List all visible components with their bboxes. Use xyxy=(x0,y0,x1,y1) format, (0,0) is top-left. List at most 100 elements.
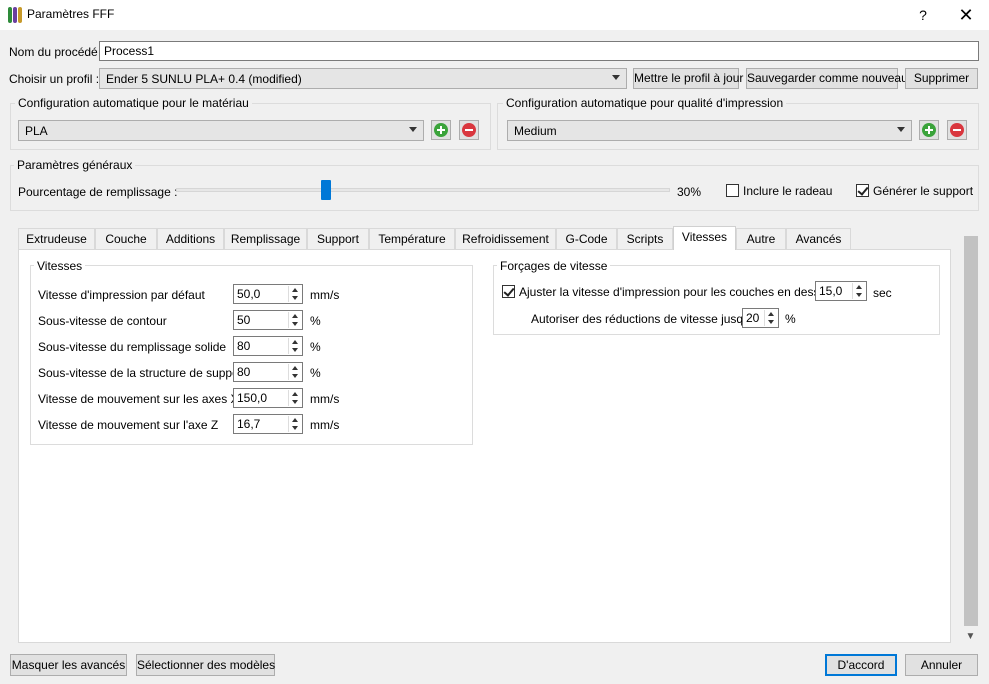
add-material-button[interactable] xyxy=(431,120,451,140)
speed-value: 80 xyxy=(237,365,251,379)
plus-icon xyxy=(434,123,448,137)
profile-label: Choisir un profil : xyxy=(9,72,100,86)
quality-select[interactable]: Medium xyxy=(507,120,912,141)
tab-temperature[interactable]: Température xyxy=(369,228,455,249)
infill-slider-track[interactable] xyxy=(176,188,670,192)
quality-config-label: Configuration automatique pour qualité d… xyxy=(503,96,787,110)
select-models-button[interactable]: Sélectionner des modèles xyxy=(136,654,275,676)
cancel-button[interactable]: Annuler xyxy=(905,654,978,676)
profile-select-value: Ender 5 SUNLU PLA+ 0.4 (modified) xyxy=(106,72,302,86)
spinner-arrows-icon[interactable] xyxy=(288,364,301,380)
window-title: Paramètres FFF xyxy=(27,7,115,21)
reduction-unit: % xyxy=(785,312,796,326)
spinner-arrows-icon[interactable] xyxy=(288,286,301,302)
speed-value: 50 xyxy=(237,313,251,327)
tab-extrudeuse[interactable]: Extrudeuse xyxy=(18,228,95,249)
speed-value: 50,0 xyxy=(237,287,261,301)
spinner-arrows-icon[interactable] xyxy=(852,283,865,299)
adjust-speed-unit: sec xyxy=(873,286,892,300)
reduction-spinbox[interactable]: 20 xyxy=(742,308,779,328)
speed-overrides-label: Forçages de vitesse xyxy=(497,259,611,273)
speed-label: Vitesse d'impression par défaut xyxy=(38,288,205,302)
help-button[interactable]: ? xyxy=(910,2,936,28)
spinner-arrows-icon[interactable] xyxy=(288,312,301,328)
speed-unit: % xyxy=(310,366,321,380)
close-button[interactable]: ✕ xyxy=(951,2,981,28)
speed-spinbox[interactable]: 50 xyxy=(233,310,303,330)
scrollbar-thumb[interactable] xyxy=(964,236,978,626)
speed-label: Sous-vitesse de contour xyxy=(38,314,167,328)
speed-unit: mm/s xyxy=(310,418,340,432)
save-as-new-button[interactable]: Sauvegarder comme nouveau xyxy=(746,68,908,89)
hide-advanced-button[interactable]: Masquer les avancés xyxy=(10,654,127,676)
ok-button[interactable]: D'accord xyxy=(825,654,897,676)
remove-quality-button[interactable] xyxy=(947,120,967,140)
chevron-down-icon xyxy=(897,127,905,132)
add-quality-button[interactable] xyxy=(919,120,939,140)
app-icon xyxy=(8,7,22,23)
adjust-speed-value: 15,0 xyxy=(819,284,843,298)
minus-icon xyxy=(950,123,964,137)
title-bar xyxy=(0,0,989,30)
process-name-label: Nom du procédé : xyxy=(9,45,105,59)
tab-couche[interactable]: Couche xyxy=(95,228,157,249)
adjust-speed-checkbox[interactable] xyxy=(502,285,515,298)
chevron-down-icon xyxy=(409,127,417,132)
tab-refroidissement[interactable]: Refroidissement xyxy=(455,228,556,249)
material-select[interactable]: PLA xyxy=(18,120,424,141)
tab-avances[interactable]: Avancés xyxy=(786,228,851,249)
tab-remplissage[interactable]: Remplissage xyxy=(224,228,307,249)
speed-label: Vitesse de mouvement sur l'axe Z xyxy=(38,418,219,432)
spinner-arrows-icon[interactable] xyxy=(288,416,301,432)
spinner-arrows-icon[interactable] xyxy=(288,338,301,354)
speed-value: 16,7 xyxy=(237,417,261,431)
speed-unit: mm/s xyxy=(310,392,340,406)
tab-gcode[interactable]: G-Code xyxy=(556,228,617,249)
adjust-speed-spinbox[interactable]: 15,0 xyxy=(815,281,867,301)
tab-autre[interactable]: Autre xyxy=(736,228,786,249)
infill-slider-handle[interactable] xyxy=(321,180,331,200)
material-config-label: Configuration automatique pour le matéri… xyxy=(15,96,252,110)
speed-spinbox[interactable]: 16,7 xyxy=(233,414,303,434)
minus-icon xyxy=(462,123,476,137)
raft-checkbox[interactable] xyxy=(726,184,739,197)
general-settings-label: Paramètres généraux xyxy=(14,158,136,172)
process-name-input[interactable]: Process1 xyxy=(99,41,979,61)
speed-spinbox[interactable]: 150,0 xyxy=(233,388,303,408)
plus-icon xyxy=(922,123,936,137)
speeds-group-label: Vitesses xyxy=(34,259,86,273)
raft-label: Inclure le radeau xyxy=(743,184,833,198)
support-checkbox[interactable] xyxy=(856,184,869,197)
tab-additions[interactable]: Additions xyxy=(157,228,224,249)
speed-label: Sous-vitesse de la structure de support xyxy=(38,366,247,380)
material-select-value: PLA xyxy=(25,124,48,138)
spinner-arrows-icon[interactable] xyxy=(764,310,777,326)
speed-unit: % xyxy=(310,314,321,328)
speed-value: 150,0 xyxy=(237,391,268,405)
update-profile-button[interactable]: Mettre le profil à jour xyxy=(633,68,743,89)
infill-value: 30% xyxy=(677,185,702,199)
delete-profile-button[interactable]: Supprimer xyxy=(905,68,978,89)
reduction-label: Autoriser des réductions de vitesse jusq… xyxy=(531,312,759,326)
speed-spinbox[interactable]: 50,0 xyxy=(233,284,303,304)
tab-support[interactable]: Support xyxy=(307,228,369,249)
support-label: Générer le support xyxy=(873,184,974,198)
speed-value: 80 xyxy=(237,339,251,353)
quality-select-value: Medium xyxy=(514,124,557,138)
tab-scripts[interactable]: Scripts xyxy=(617,228,673,249)
reduction-value: 20 xyxy=(746,311,760,325)
infill-label: Pourcentage de remplissage : xyxy=(18,185,178,199)
spinner-arrows-icon[interactable] xyxy=(288,390,301,406)
chevron-down-icon xyxy=(612,75,620,80)
tab-vitesses[interactable]: Vitesses xyxy=(673,226,736,250)
profile-select[interactable]: Ender 5 SUNLU PLA+ 0.4 (modified) xyxy=(99,68,627,89)
speed-unit: mm/s xyxy=(310,288,340,302)
speed-unit: % xyxy=(310,340,321,354)
scroll-down-icon[interactable]: ▼ xyxy=(963,630,978,644)
speed-spinbox[interactable]: 80 xyxy=(233,336,303,356)
speed-label: Sous-vitesse du remplissage solide xyxy=(38,340,227,354)
speed-spinbox[interactable]: 80 xyxy=(233,362,303,382)
speed-label: Vitesse de mouvement sur les axes X/Y xyxy=(38,392,250,406)
remove-material-button[interactable] xyxy=(459,120,479,140)
adjust-speed-label: Ajuster la vitesse d'impression pour les… xyxy=(519,285,839,299)
